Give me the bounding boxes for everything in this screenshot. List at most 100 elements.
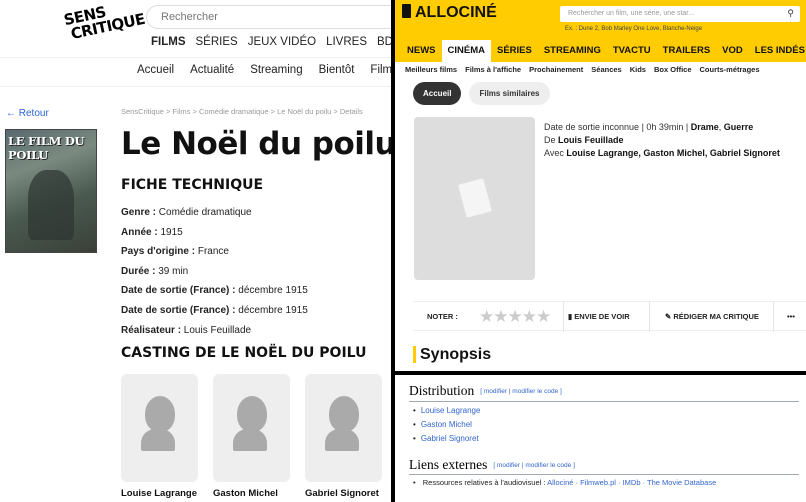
subnav-kids[interactable]: Kids	[630, 65, 646, 74]
divider	[773, 302, 774, 332]
field-date-sortie: Date de sortie (France) : décembre 1915	[121, 285, 308, 297]
search-icon[interactable]: ⚲	[787, 8, 794, 19]
search-input[interactable]: Rechercher	[146, 5, 391, 29]
cast-list: Louise Lagrange Gaston Michel Gabriel Si…	[121, 374, 382, 499]
senscritique-logo[interactable]: SENS CRITIQUE	[62, 0, 146, 53]
nav-tvactu[interactable]: TVACTU	[607, 40, 657, 62]
main-nav: NEWS CINÉMA SÉRIES STREAMING TVACTU TRAI…	[395, 40, 806, 62]
wikipedia-panel: Distribution[ modifier | modifier le cod…	[395, 375, 806, 502]
divider	[409, 401, 799, 402]
movie-info: Date de sortie inconnue | 0h 39min | Dra…	[544, 121, 780, 160]
cast-link[interactable]: Louise Lagrange	[413, 404, 481, 418]
cast-name: Louise Lagrange	[121, 488, 198, 499]
allocine-header: ALLOCINÉ Rechercher un film, une série, …	[395, 0, 806, 40]
cast-link[interactable]: Gaston Michel	[413, 418, 480, 432]
subnav-meilleurs-films[interactable]: Meilleurs films	[405, 65, 457, 74]
cast-card[interactable]: Gaston Michel	[213, 374, 290, 499]
search-examples: Ex. : Dune 2, Bob Marley One Love, Blanc…	[565, 26, 703, 32]
nav-streaming[interactable]: STREAMING	[538, 40, 607, 62]
field-date-sortie-2: Date de sortie (France) : décembre 1915	[121, 304, 308, 316]
more-options-icon[interactable]: •••	[787, 312, 795, 321]
divider	[0, 57, 391, 58]
nav-cinema[interactable]: CINÉMA	[441, 40, 491, 62]
cast-card[interactable]: Gabriel Signoret	[305, 374, 382, 499]
avatar	[305, 374, 382, 482]
info-line-release: Date de sortie inconnue | 0h 39min | Dra…	[544, 122, 754, 132]
action-bar: NOTER : ★★★★★ ▮ ENVIE DE VOIR ✎ RÉDIGER …	[413, 301, 806, 332]
director-link[interactable]: Louis Feuillade	[558, 135, 624, 145]
nav-livres[interactable]: LIVRES	[326, 36, 367, 48]
subnav-actualite[interactable]: Actualité	[190, 64, 234, 76]
subnav-accueil[interactable]: Accueil	[137, 64, 174, 76]
nav-vod[interactable]: VOD	[716, 40, 749, 62]
tech-fields: Genre : Comédie dramatique Année : 1915 …	[121, 207, 308, 344]
info-line-director: De Louis Feuillade	[544, 135, 624, 145]
movie-poster: LE FILM DU POILU	[5, 129, 97, 253]
ticket-icon	[458, 178, 492, 218]
allocine-logo[interactable]: ALLOCINÉ	[402, 4, 497, 22]
page-title: Le Noël du poilu	[121, 126, 391, 162]
tab-accueil[interactable]: Accueil	[413, 82, 462, 105]
section-heading-liens: Liens externes[ modifier | modifier le c…	[409, 457, 575, 472]
field-annee: Année : 1915	[121, 226, 183, 238]
nav-jeux-video[interactable]: JEUX VIDÉO	[248, 36, 316, 48]
page-tabs: Accueil Films similaires	[413, 82, 550, 105]
nav-news[interactable]: NEWS	[401, 40, 442, 62]
subnav-prochainement[interactable]: Prochainement	[529, 65, 583, 74]
nav-bd[interactable]: BD	[377, 36, 391, 48]
info-line-cast: Avec Louise Lagrange, Gaston Michel, Gab…	[544, 148, 780, 158]
nav-series[interactable]: SÉRIES	[196, 36, 238, 48]
cast-name: Gabriel Signoret	[305, 488, 379, 499]
sub-nav: Accueil Actualité Streaming Bientôt Film	[137, 64, 391, 76]
back-link[interactable]: ← Retour	[6, 108, 49, 119]
write-review-button[interactable]: ✎ RÉDIGER MA CRITIQUE	[665, 312, 759, 321]
nav-series[interactable]: SÉRIES	[491, 40, 538, 62]
field-realisateur: Réalisateur : Louis Feuillade	[121, 324, 252, 336]
divider	[649, 302, 650, 332]
subnav-streaming[interactable]: Streaming	[250, 64, 302, 76]
rating-stars[interactable]: ★★★★★	[479, 308, 551, 325]
allocine-logo-icon	[402, 4, 411, 18]
nav-films[interactable]: FILMS	[151, 36, 186, 48]
genre-link[interactable]: Drame	[691, 122, 719, 132]
cast-link[interactable]: Gabriel Signoret	[413, 432, 480, 446]
cast-list: Louise Lagrange Gaston Michel Gabriel Si…	[413, 404, 481, 446]
field-duree: Durée : 39 min	[121, 265, 189, 277]
cast-card[interactable]: Louise Lagrange	[121, 374, 198, 499]
tab-films-similaires[interactable]: Films similaires	[469, 82, 550, 105]
subnav-box-office[interactable]: Box Office	[654, 65, 692, 74]
cast-links[interactable]: Louise Lagrange, Gaston Michel, Gabriel …	[566, 148, 780, 158]
envie-button[interactable]: ▮ ENVIE DE VOIR	[568, 312, 630, 321]
subnav-bientot[interactable]: Bientôt	[319, 64, 355, 76]
main-nav: FILMS SÉRIES JEUX VIDÉO LIVRES BD M	[151, 36, 391, 48]
nav-les-indes[interactable]: LES INDÉS	[749, 40, 806, 62]
subnav-courts-metrages[interactable]: Courts-métrages	[700, 65, 760, 74]
poster-figure	[28, 170, 74, 240]
divider	[0, 86, 391, 87]
edit-links[interactable]: [ modifier | modifier le code ]	[493, 462, 575, 469]
poster-title: LE FILM DU POILU	[8, 134, 85, 162]
field-pays: Pays d'origine : France	[121, 246, 229, 258]
external-link-list[interactable]: Allociné · Filmweb.pl · IMDb · The Movie…	[547, 478, 716, 487]
section-heading-distribution: Distribution[ modifier | modifier le cod…	[409, 383, 562, 398]
divider	[563, 302, 564, 332]
senscritique-panel: SENS CRITIQUE Rechercher FILMS SÉRIES JE…	[0, 0, 391, 502]
cast-name: Gaston Michel	[213, 488, 278, 499]
field-genre: Genre : Comédie dramatique	[121, 207, 252, 218]
search-input[interactable]: Rechercher un film, une série, une star.…	[560, 6, 800, 22]
nav-trailers[interactable]: TRAILERS	[657, 40, 717, 62]
subnav-films-affiche[interactable]: Films à l'affiche	[465, 65, 521, 74]
external-links: Ressources relatives à l'audiovisuel : A…	[413, 478, 717, 487]
synopsis-heading: Synopsis	[413, 346, 491, 363]
edit-links[interactable]: [ modifier | modifier le code ]	[480, 388, 562, 395]
divider	[409, 474, 799, 475]
avatar	[121, 374, 198, 482]
section-heading-tech: FICHE TECHNIQUE	[121, 177, 264, 193]
subnav-films[interactable]: Film	[370, 64, 391, 76]
breadcrumb[interactable]: SensCritique > Films > Comédie dramatiqu…	[121, 107, 363, 116]
allocine-panel: ALLOCINÉ Rechercher un film, une série, …	[395, 0, 806, 371]
poster-placeholder	[414, 117, 535, 280]
section-heading-cast: CASTING DE LE NOËL DU POILU	[121, 345, 367, 361]
subnav-seances[interactable]: Séances	[591, 65, 621, 74]
genre-link[interactable]: Guerre	[724, 122, 754, 132]
